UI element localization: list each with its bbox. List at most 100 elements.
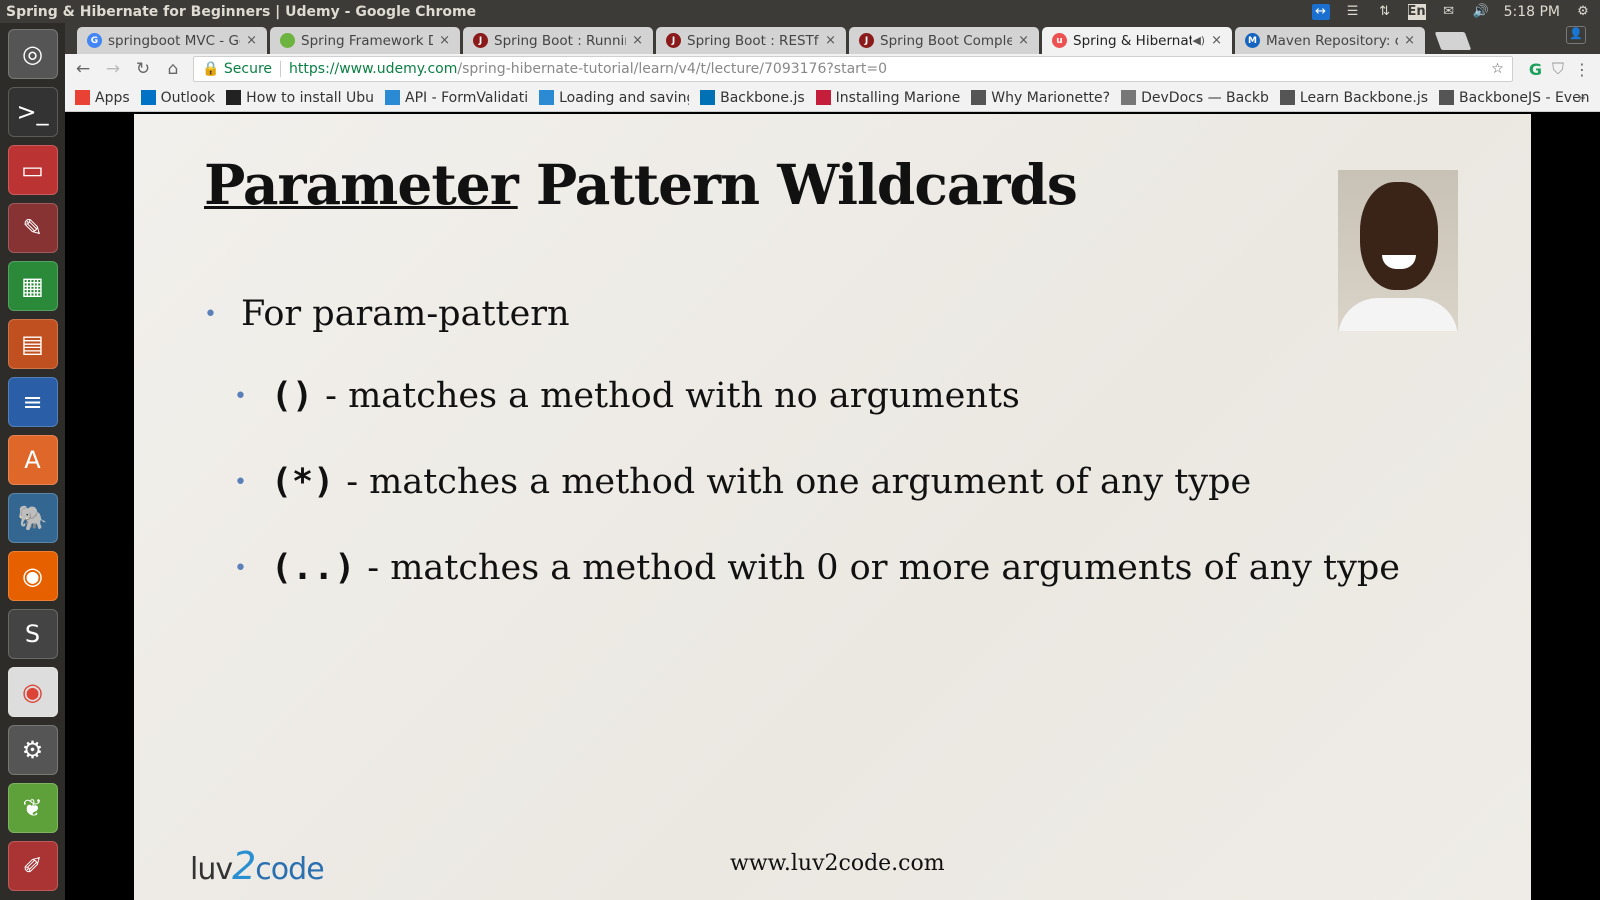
address-bar[interactable]: 🔒 Secure https://www.udemy.com/spring-hi…	[193, 56, 1513, 82]
udemy-icon: u	[1052, 33, 1067, 48]
system-tray: ↔ ☰ ⇅ En ✉ 🔊 5:18 PM ⚙	[1311, 0, 1592, 23]
jb-icon: J	[473, 33, 488, 48]
tab[interactable]: Spring Framework Do ×	[270, 27, 460, 54]
postgresql-icon[interactable]: 🐘	[7, 493, 58, 543]
url-path: /spring-hibernate-tutorial/learn/v4/t/le…	[457, 61, 888, 77]
bookmark-item[interactable]: Installing Marione	[815, 90, 960, 106]
title-rest: Pattern Wildcards	[517, 152, 1078, 217]
tab-label: Spring & Hibernate	[1073, 32, 1193, 49]
shield-extension-icon[interactable]: ⛉	[1552, 59, 1564, 79]
impress-icon[interactable]: ▤	[7, 319, 58, 369]
grammarly-icon[interactable]: G	[1529, 60, 1542, 79]
bookmark-item[interactable]: DevDocs — Backb	[1121, 90, 1269, 106]
bookmark-label: Loading and saving	[559, 89, 690, 106]
tab-strip: Gspringboot MVC - Go × Spring Framework Do…	[65, 23, 1600, 54]
bookmark-favicon-icon	[815, 90, 831, 105]
teamviewer-icon[interactable]: ↔	[1311, 3, 1330, 20]
tab-label: Spring Boot : RESTful	[687, 32, 820, 49]
sub-bullet: •() - matches a method with no arguments	[234, 376, 1020, 416]
audio-icon[interactable]: ◀)	[1192, 34, 1205, 47]
close-tab-icon[interactable]: ×	[1404, 33, 1415, 48]
spring-tool-icon[interactable]: ❦	[7, 783, 58, 833]
sub-bullet: • (*) - matches a method with one argument…	[234, 462, 1252, 502]
terminal-icon[interactable]: >_	[7, 87, 58, 137]
sub-text: - matches a method with one argument of …	[346, 462, 1252, 502]
mail-icon[interactable]: ✉	[1440, 4, 1458, 20]
secure-label[interactable]: 🔒 Secure	[202, 61, 282, 77]
sub-bullet: • (..) - matches a method with 0 or more a…	[234, 548, 1400, 588]
close-tab-icon[interactable]: ×	[1211, 33, 1222, 48]
eclipse-javaee-icon[interactable]: ⚙	[7, 725, 58, 775]
tab-label: springboot MVC - Go	[108, 32, 241, 49]
volume-icon[interactable]: 🔊	[1472, 4, 1490, 20]
bookmark-favicon-icon	[75, 90, 90, 105]
bookmark-favicon-icon	[385, 90, 401, 105]
tab-label: Spring Boot : Running	[494, 32, 626, 49]
tab[interactable]: J Spring Boot Complet ×	[849, 27, 1039, 54]
reload-icon[interactable]: ↻	[133, 59, 153, 79]
bookmark-item[interactable]: How to install Ubu	[226, 90, 374, 106]
profile-icon[interactable]: 👤	[1566, 26, 1586, 44]
keyboard-language[interactable]: En	[1408, 3, 1426, 20]
close-tab-icon[interactable]: ×	[1018, 33, 1029, 48]
bullet: • For param-pattern	[204, 294, 570, 334]
network-icon[interactable]: ⇅	[1376, 4, 1394, 20]
back-icon[interactable]: ←	[73, 59, 93, 79]
bookmark-favicon-icon	[1439, 90, 1455, 105]
bookmark-label: Outlook	[160, 89, 216, 106]
app-icon[interactable]: ✐	[7, 841, 58, 891]
chrome-icon[interactable]: ◉	[7, 667, 58, 717]
bookmark-item[interactable]: Backbone.js	[700, 90, 805, 106]
close-tab-icon[interactable]: ×	[246, 33, 257, 48]
tab[interactable]: M Maven Repository: or ×	[1235, 27, 1425, 54]
power-gear-icon[interactable]: ⚙	[1574, 4, 1592, 20]
bookmark-item[interactable]: Learn Backbone.js	[1279, 90, 1428, 106]
home-icon[interactable]: ⌂	[163, 59, 183, 79]
bookmark-label: API - FormValidati	[405, 89, 529, 106]
close-tab-icon[interactable]: ×	[825, 33, 836, 48]
bookmark-item[interactable]: Outlook	[140, 89, 216, 106]
calc-icon[interactable]: ▦	[7, 261, 58, 311]
bookmark-item[interactable]: BackboneJS - Even	[1439, 90, 1589, 106]
bookmark-star-icon[interactable]: ☆	[1491, 61, 1504, 77]
tab-label: Spring Boot Complet	[880, 32, 1013, 49]
forward-icon[interactable]: →	[103, 59, 123, 79]
bookmark-label: Backbone.js	[720, 89, 805, 106]
menu-icon[interactable]: ⋮	[1574, 60, 1590, 79]
close-tab-icon[interactable]: ×	[439, 33, 450, 48]
bookmark-item[interactable]: Loading and saving	[539, 90, 689, 106]
bookmark-label: Why Marionette?	[991, 89, 1111, 106]
bookmark-favicon-icon	[1279, 90, 1295, 105]
close-tab-icon[interactable]: ×	[632, 33, 643, 48]
launcher: ◎ >_ ▭ ✎ ▦ ▤ ≡ A 🐘 ◉ S ◉ ⚙ ❦ ✐	[0, 23, 65, 900]
jb-icon: J	[666, 33, 681, 48]
bookmark-item[interactable]: Apps	[75, 90, 130, 106]
bookmark-item[interactable]: Why Marionette?	[971, 90, 1110, 106]
firefox-icon[interactable]: ◉	[7, 551, 58, 601]
bookmark-favicon-icon	[539, 90, 555, 105]
writer-icon[interactable]: ≡	[7, 377, 58, 427]
logo-part: luv	[190, 852, 233, 887]
new-tab-button[interactable]	[1434, 32, 1472, 50]
bookmark-label: Apps	[95, 89, 130, 106]
sublime-icon[interactable]: S	[7, 609, 58, 659]
clock[interactable]: 5:18 PM	[1504, 4, 1560, 20]
bookmark-label: DevDocs — Backb	[1141, 89, 1269, 106]
software-center-icon[interactable]: A	[7, 435, 58, 485]
settings-icon[interactable]: ✎	[7, 203, 58, 253]
tab[interactable]: Gspringboot MVC - Go ×	[77, 27, 267, 54]
bookmark-favicon-icon	[700, 90, 716, 105]
tab[interactable]: J Spring Boot : Running ×	[463, 27, 653, 54]
tab[interactable]: u Spring & Hibernate ◀) ×	[1042, 27, 1232, 54]
list-icon[interactable]: ☰	[1344, 4, 1362, 20]
ubuntu-dash-icon[interactable]: ◎	[7, 29, 58, 79]
tab[interactable]: J Spring Boot : RESTful ×	[656, 27, 846, 54]
browser-toolbar: ← → ↻ ⌂ 🔒 Secure https://www.udemy.com/s…	[65, 54, 1600, 84]
logo-part: code	[255, 852, 324, 887]
more-bookmarks-icon[interactable]: »	[1577, 90, 1586, 106]
bookmark-favicon-icon	[140, 90, 156, 105]
site-url: www.luv2code.com	[730, 851, 945, 876]
bullet-text: For param-pattern	[240, 294, 570, 334]
bookmark-item[interactable]: API - FormValidati	[385, 90, 528, 106]
files-icon[interactable]: ▭	[7, 145, 58, 195]
